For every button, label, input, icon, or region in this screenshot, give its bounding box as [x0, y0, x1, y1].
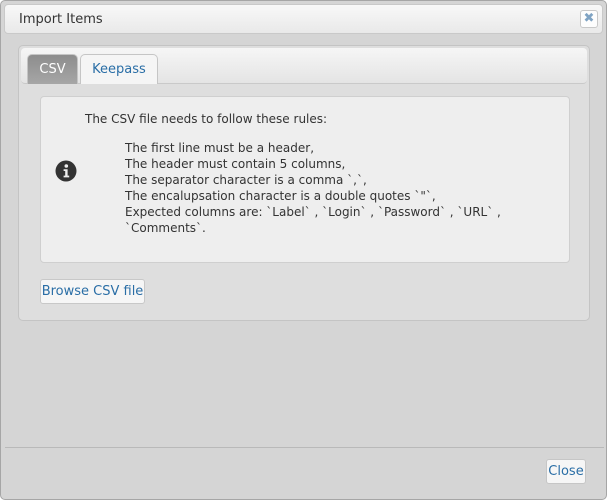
tab-csv[interactable]: CSV [27, 54, 78, 84]
import-items-dialog: Import Items ✖ CSV Keepass The CSV file … [0, 0, 607, 500]
rule-line: The first line must be a header, [125, 141, 315, 155]
csv-rules-box: The CSV file needs to follow these rules… [40, 96, 570, 263]
dialog-footer: Close [5, 447, 604, 495]
dialog-title: Import Items [19, 12, 103, 27]
tabs-panel: CSV Keepass The CSV file needs to follow… [18, 45, 590, 321]
dialog-titlebar[interactable]: Import Items ✖ [4, 4, 603, 34]
rule-line: The encalupsation character is a double … [125, 189, 436, 203]
rule-line: The header must contain 5 columns, [125, 157, 346, 171]
close-x-icon[interactable]: ✖ [580, 10, 598, 28]
browse-csv-button[interactable]: Browse CSV file [40, 279, 145, 304]
rule-line: `Comments`. [125, 221, 206, 235]
info-circle-icon [55, 160, 77, 182]
tab-strip: CSV Keepass [21, 48, 587, 84]
rule-line: The separator character is a comma `,`, [125, 173, 367, 187]
close-button[interactable]: Close [546, 459, 586, 484]
csv-rules-list: The first line must be a header, The hea… [125, 140, 501, 236]
tab-keepass[interactable]: Keepass [80, 54, 158, 84]
csv-rules-heading: The CSV file needs to follow these rules… [85, 112, 328, 126]
rule-line: Expected columns are: `Label` , `Login` … [125, 205, 501, 219]
